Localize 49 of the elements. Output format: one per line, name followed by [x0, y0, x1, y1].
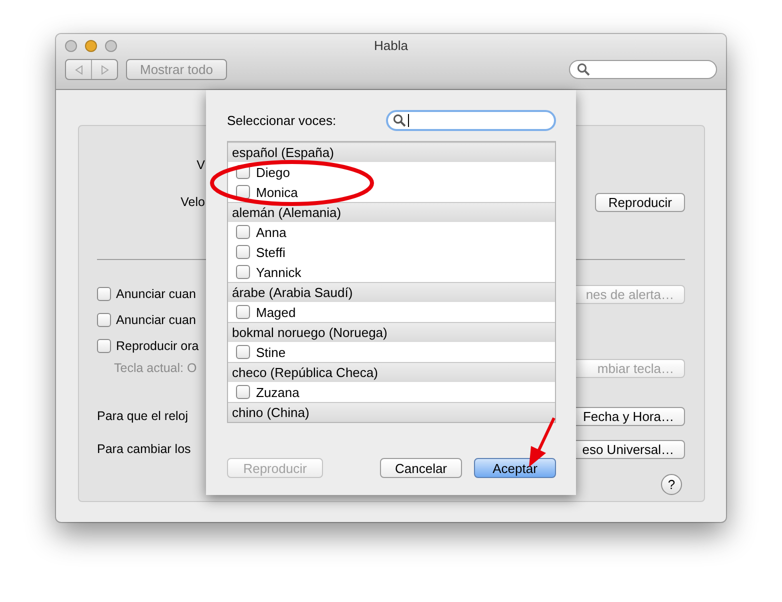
voice-checkbox[interactable]	[236, 305, 250, 319]
language-header: checo (República Checa)	[228, 362, 555, 382]
zoom-window-button[interactable]	[105, 40, 117, 52]
voice-checkbox[interactable]	[236, 385, 250, 399]
panel-button[interactable]: Fecha y Hora…	[575, 406, 685, 426]
select-voices-label: Seleccionar voces:	[227, 113, 336, 128]
panel-button[interactable]: Reproducir	[595, 192, 685, 212]
left-triangle-icon	[74, 64, 84, 74]
search-icon	[393, 114, 406, 127]
right-triangle-icon	[100, 64, 110, 74]
voice-name: Anna	[256, 224, 286, 240]
setting-label: Para que el reloj	[97, 409, 188, 423]
voice-name: Yannick	[256, 264, 302, 280]
voice-name: Stine	[256, 344, 286, 360]
accept-button[interactable]: Aceptar	[474, 458, 556, 478]
voice-checkbox[interactable]	[236, 265, 250, 279]
setting-label: V	[196, 158, 205, 172]
setting-label: Para cambiar los	[97, 442, 191, 456]
language-header: árabe (Arabia Saudí)	[228, 282, 555, 302]
language-header: chino (China)	[228, 402, 555, 422]
sheet-button[interactable]: Cancelar	[380, 458, 462, 478]
voice-search-field[interactable]	[386, 110, 556, 131]
voice-name: Maged	[256, 304, 296, 320]
voice-checkbox[interactable]	[236, 185, 250, 199]
setting-label: Velo	[180, 195, 205, 209]
checkbox-label: Anunciar cuan	[116, 313, 196, 327]
search-icon	[577, 63, 590, 76]
language-header: bokmal noruego (Noruega)	[228, 322, 555, 342]
voice-checkbox[interactable]	[236, 345, 250, 359]
checkbox[interactable]	[97, 313, 111, 327]
panel-button[interactable]: eso Universal…	[575, 440, 685, 458]
checkbox[interactable]	[97, 287, 111, 301]
window-title: Habla	[373, 38, 409, 53]
search-field[interactable]	[569, 60, 717, 79]
checkbox-label: Anunciar cuan	[116, 287, 196, 301]
voice-name: Monica	[256, 184, 298, 200]
help-button[interactable]: ?	[661, 474, 682, 495]
voice-checkbox[interactable]	[236, 245, 250, 259]
language-header: español (España)	[228, 142, 555, 162]
checkbox-label: Reproducir ora	[116, 339, 199, 353]
language-header: alemán (Alemania)	[228, 202, 555, 222]
voice-checkbox[interactable]	[236, 225, 250, 239]
minimize-window-button[interactable]	[85, 40, 97, 52]
voice-name: Zuzana	[256, 384, 300, 400]
hint-text: Tecla actual: O	[113, 361, 197, 375]
voice-name: Steffi	[256, 244, 286, 260]
close-window-button[interactable]	[65, 40, 77, 52]
checkbox[interactable]	[97, 339, 111, 353]
voice-name: Diego	[256, 164, 290, 180]
